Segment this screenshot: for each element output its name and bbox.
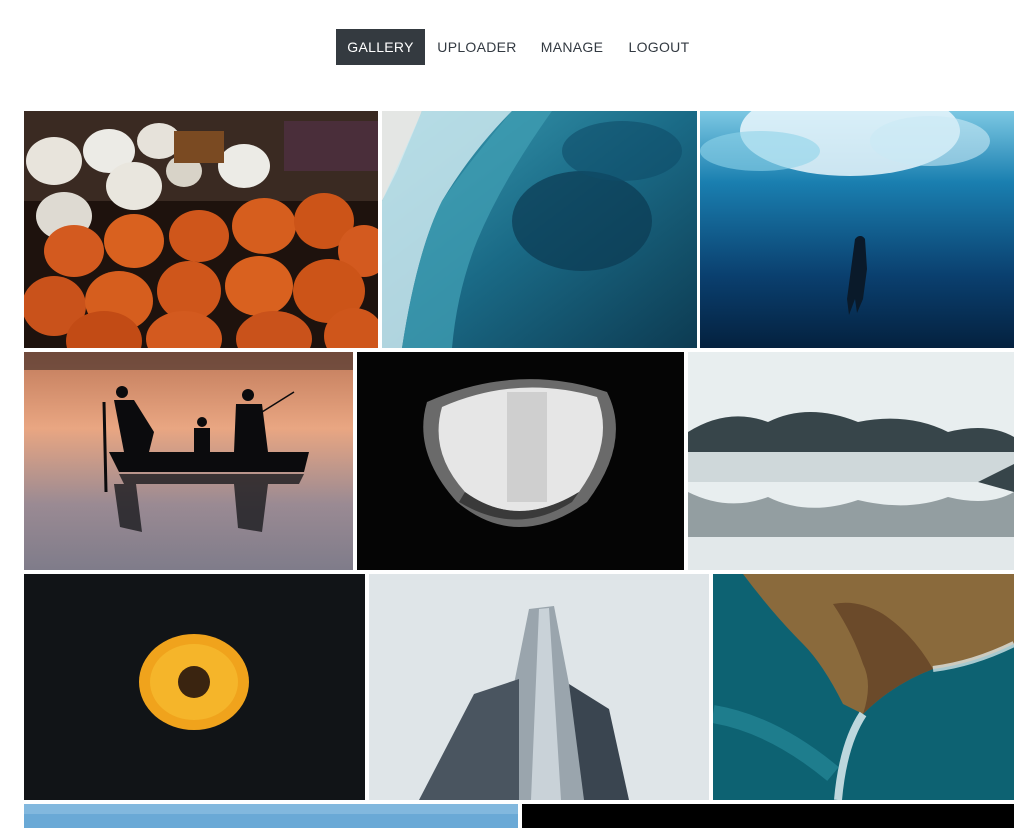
gallery-photo-sky-landscape[interactable]: [24, 804, 518, 828]
gallery-photo-misty-lake[interactable]: [688, 352, 1014, 570]
gallery-photo-skyscraper[interactable]: [369, 574, 709, 800]
gallery-photo-yellow-flower[interactable]: [24, 574, 365, 800]
nav-logout[interactable]: LOGOUT: [622, 29, 696, 65]
gallery-photo-coastline[interactable]: [713, 574, 1014, 800]
main-nav: GALLERY UPLOADER MANAGE LOGOUT: [0, 29, 1024, 65]
gallery-photo-ocean-waves[interactable]: [382, 111, 697, 348]
gallery-photo-pumpkins[interactable]: [24, 111, 378, 348]
gallery-photo-fishing-boat[interactable]: [24, 352, 353, 570]
gallery-photo-building-looking-up[interactable]: [357, 352, 684, 570]
nav-manage[interactable]: MANAGE: [536, 29, 608, 65]
gallery-photo-dark[interactable]: [522, 804, 1014, 828]
nav-uploader[interactable]: UPLOADER: [432, 29, 522, 65]
gallery-photo-underwater-diver[interactable]: [700, 111, 1014, 348]
nav-gallery[interactable]: GALLERY: [336, 29, 425, 65]
